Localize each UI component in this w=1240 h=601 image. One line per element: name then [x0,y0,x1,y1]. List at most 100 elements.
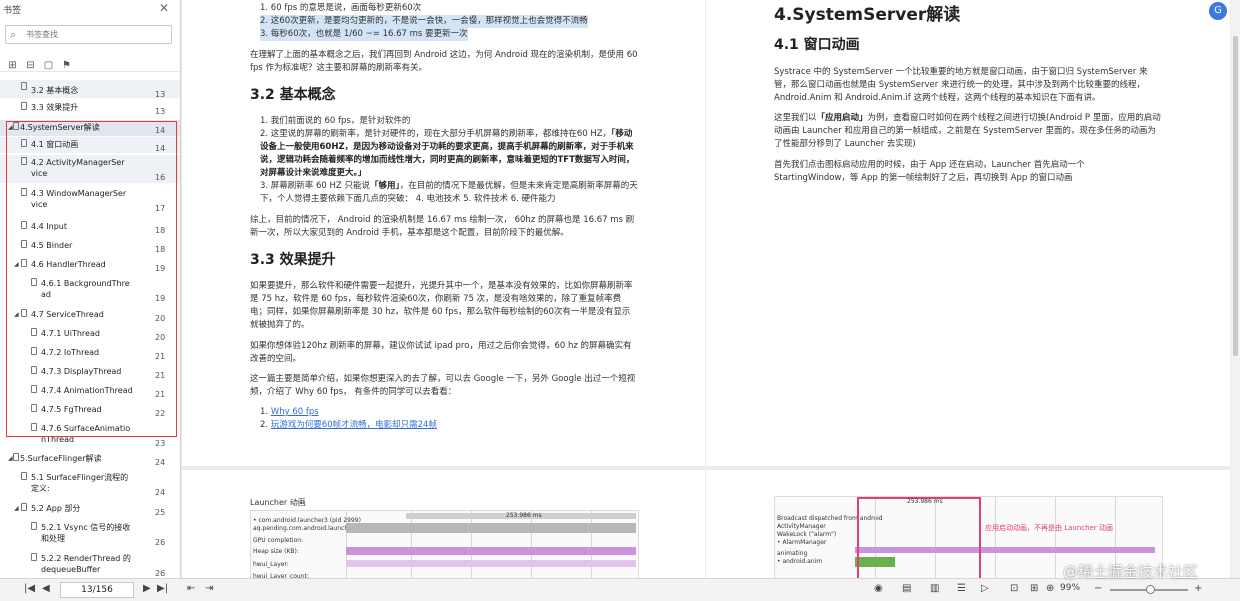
bookmark-icon [31,522,37,530]
grid-line [471,511,472,579]
continuous-icon[interactable]: ☰ [957,583,966,594]
bookmark-icon [21,102,27,110]
user-avatar[interactable]: G [1209,2,1227,20]
zoom-in-icon[interactable]: + [1194,583,1202,594]
toc-item[interactable]: 4.7.4 AnimationThread 21 [0,383,180,399]
trace-row-label: WakeLock ("alarm") [777,531,837,538]
trace-row-label: • android.anim [777,558,823,565]
bookmark-icon[interactable]: ⚑ [61,60,72,71]
add-bookmark-icon[interactable]: ⊞ [7,60,18,71]
toc-item[interactable]: 3.3 效果提升 13 [0,100,180,118]
bookmark-icon [13,453,19,461]
trace-row-label: animating [777,550,808,557]
bookmark-icon [21,503,27,511]
bookmark-icon [31,328,37,336]
trace-row-label: GPU completion: [253,537,304,544]
vertical-scrollbar[interactable] [1231,0,1240,578]
paragraph: 首先我们点击图标启动应用的时候，由于 App 还在启动，Launcher 首先启… [774,160,1085,183]
figure-caption: Launcher 动画 [250,498,306,507]
delete-bookmark-icon[interactable]: ▢ [43,60,54,71]
toc-item[interactable]: 4.5 Binder 18 [0,238,180,254]
bookmark-icon [21,82,27,90]
fit-width-icon[interactable]: ⊡ [1010,583,1018,594]
toc-item[interactable]: 4.7.5 FgThread 22 [0,402,180,418]
toc-item[interactable]: 4.4 Input 18 [0,219,180,235]
bookmark-search-input[interactable] [26,28,166,41]
zoom-icon[interactable]: ⊕ [1046,583,1054,594]
expand-arrow-icon[interactable]: ◢ [8,453,13,464]
list-item: 1. 我们前面说的 60 fps，是针对软件的 [260,116,411,126]
zoom-out-icon[interactable]: − [1094,583,1102,594]
toc-item[interactable]: 5.2.2 RenderThread 的 dequeueBuffer 26 [0,551,180,579]
trace-row-label: • com.android.launcher3 (pid 2999) [253,517,361,524]
toc-item[interactable]: 5.1 SurfaceFlinger流程的定义: 24 [0,470,180,498]
toc-item[interactable]: 4.6.1 BackgroundThread 19 [0,276,180,304]
toc-item[interactable]: ◢ 4.6 HandlerThread 19 [0,257,180,273]
close-icon[interactable]: ✕ [159,1,169,15]
bookmark-icon [31,347,37,355]
toc-item[interactable]: 4.3 WindowManagerService 17 [0,186,180,214]
zoom-level[interactable]: 99% [1060,583,1080,593]
single-page-icon[interactable]: ▤ [902,583,911,594]
zoom-slider-knob[interactable] [1146,585,1155,594]
expand-arrow-icon[interactable]: ◢ [14,259,19,270]
grid-line [995,497,996,579]
paragraph: Systrace 中的 SystemServer 一个比较重要的地方就是窗口动画… [774,67,1148,103]
paragraph: 这一篇主要是简单介绍，如果你想更深入的去了解，可以去 Google 一下，另外 … [250,374,636,397]
toc-item[interactable]: ◢ 4.7 ServiceThread 20 [0,307,180,323]
bookmark-icon [21,309,27,317]
expand-arrow-icon[interactable]: ◢ [14,503,19,514]
list-item: 3. 屏幕刷新率 60 HZ 只能说「够用」，在目前的情况下是最优解，但是未来肯… [260,181,638,204]
paragraph: 如果要提升，那么软件和硬件需要一起提升，光提升其中一个，是基本没有效果的，比如你… [250,281,633,330]
prev-page-icon[interactable]: ◀ [42,583,50,594]
toc-item[interactable]: 4.7.3 DisplayThread 21 [0,364,180,380]
document-page-left-bottom: Launcher 动画 253.986 ms • com.android.lau… [182,470,705,580]
list-line: 1. 60 fps 的意思是说，画面每秒更新60次 [260,3,422,13]
toc-item[interactable]: 4.1 窗口动画 14 [0,137,180,153]
toc-item[interactable]: ◢ 5.2 App 部分 25 [0,501,180,517]
heading-4-1: 4.1 窗口动画 [774,37,860,53]
heading-3-3: 3.3 效果提升 [250,252,336,268]
heading-3-2: 3.2 基本概念 [250,87,336,103]
play-icon[interactable]: ▷ [981,583,989,594]
toc-item[interactable]: ◢ 5.SurfaceFlinger解读 24 [0,451,180,467]
last-page-icon[interactable]: ▶| [157,583,168,594]
bookmark-icon [21,188,27,196]
toc-item[interactable]: 5.2.1 Vsync 信号的接收和处理 26 [0,520,180,548]
eye-icon[interactable]: ◉ [874,583,883,594]
expand-arrow-icon[interactable]: ◢ [8,122,13,133]
paragraph: 在理解了上面的基本概念之后，我们再回到 Android 这边，为何 Androi… [250,50,638,73]
list-line-highlighted: 2. 这60次更新，是要均匀更新的，不是说一会快，一会慢，那样视觉上也会觉得不流… [260,15,588,28]
page-number-input[interactable]: 13/156 [60,582,134,598]
bookmark-icon [21,157,27,165]
first-page-icon[interactable]: |◀ [24,583,35,594]
double-page-icon[interactable]: ▥ [930,583,939,594]
watermark: @稀土掘金技术社区 [1063,563,1199,581]
link-game-fps[interactable]: 玩游戏为何要60帧才流畅，电影却只需24帧 [271,420,437,430]
toc-item[interactable]: 4.7.6 SurfaceAnimationThread 23 [0,421,180,449]
fit-page-icon[interactable]: ⊞ [1030,583,1038,594]
bookmark-icon [31,553,37,561]
exit-fullscreen-icon[interactable]: ⇤ [187,583,195,594]
sidebar-title: 书签 [3,6,22,16]
heap-track [346,547,636,555]
rotate-icon[interactable]: ⇥ [205,583,213,594]
next-page-icon[interactable]: ▶ [143,583,151,594]
grid-line [411,511,412,579]
toc-item[interactable]: 4.2 ActivityManagerService 16 [0,155,180,183]
toc-item[interactable]: 3.2 基本概念 13 [0,80,180,99]
expand-arrow-icon[interactable]: ◢ [14,309,19,320]
scrollbar-thumb[interactable] [1233,36,1238,356]
toc-item[interactable]: 4.7.1 UiThread 20 [0,326,180,342]
toc-item[interactable]: ◢ 4.SystemServer解读 14 [0,120,180,136]
bookmark-search[interactable]: ⌕ [5,25,172,44]
list-item: 2. 这里说的屏幕的刷新率，是针对硬件的，现在大部分手机屏幕的刷新率，都维持在6… [260,129,635,178]
layer-track [346,560,636,567]
grid-line [591,511,592,579]
link-why-60fps[interactable]: Why 60 fps [271,407,319,417]
add-child-bookmark-icon[interactable]: ⊟ [25,60,36,71]
bookmark-icon [31,423,37,431]
toc-item[interactable]: 4.7.2 IoThread 21 [0,345,180,361]
document-page-left: 1. 60 fps 的意思是说，画面每秒更新60次 2. 这60次更新，是要均匀… [182,0,705,466]
bookmark-icon [21,221,27,229]
